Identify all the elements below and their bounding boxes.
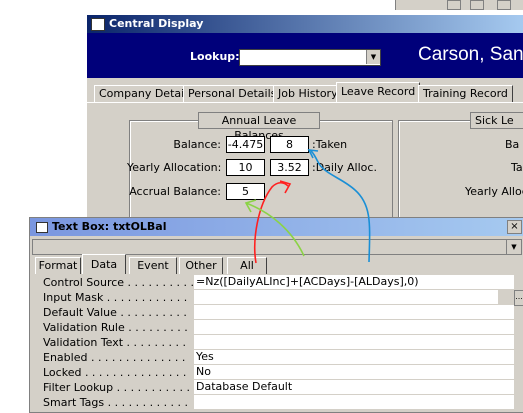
taken-label: :Taken [312,138,348,151]
property-row-filter-lookup[interactable]: Filter Lookup . . . . . . . . . . . Data… [41,380,522,395]
employee-name: Carson, Sand [418,44,523,65]
property-row-validation-text[interactable]: Validation Text . . . . . . . . . [41,335,522,350]
central-display-window: Central Display Lookup: ▼ Carson, Sand C… [86,14,523,246]
property-row-smart-tags[interactable]: Smart Tags . . . . . . . . . . . . [41,395,522,410]
smart-tags-value[interactable] [194,395,514,410]
yearly-allocation-label: Yearly Allocation: [127,161,222,174]
taken-field[interactable]: 8 [270,136,309,153]
sick-leave-group-title: Sick Le [470,112,523,129]
tab-training-record[interactable]: Training Record [418,85,513,102]
balance-field[interactable]: -4.475 [226,136,265,153]
property-name: Filter Lookup . . . . . . . . . . . [43,381,191,394]
balance-label: Balance: [173,138,221,151]
build-button[interactable]: ... [514,290,523,306]
property-sheet-window: Text Box: txtOLBal × ▼ Format Data Event… [29,217,523,413]
property-name: Default Value . . . . . . . . . . [43,306,187,319]
form-icon [91,18,105,31]
yearly-allocation-field[interactable]: 10 [226,159,265,176]
daily-alloc-label: :Daily Alloc. [312,161,377,174]
property-name: Smart Tags . . . . . . . . . . . . [43,396,189,409]
input-mask-value[interactable] [194,290,498,305]
sick-leave-group [398,120,523,222]
control-source-value[interactable]: =Nz([DailyALInc]+[ACDays]-[ALDays],0) [194,275,514,290]
enabled-value[interactable]: Yes [194,350,514,365]
validation-text-value[interactable] [194,335,514,350]
property-row-default-value[interactable]: Default Value . . . . . . . . . . [41,305,522,320]
tab-job-history[interactable]: Job History [273,85,343,102]
property-name: Input Mask . . . . . . . . . . . . [43,291,188,304]
accrual-balance-label: Accrual Balance: [129,185,221,198]
tab-event[interactable]: Event [129,257,177,274]
accrual-balance-field[interactable]: 5 [226,183,265,200]
property-name: Validation Rule . . . . . . . . . [43,321,188,334]
central-display-titlebar[interactable]: Central Display [87,15,523,33]
tab-leave-record[interactable]: Leave Record [336,82,421,102]
property-name: Locked . . . . . . . . . . . . . . . [43,366,187,379]
property-row-control-source[interactable]: Control Source . . . . . . . . . . =Nz([… [41,275,522,290]
chevron-down-icon[interactable]: ▼ [506,240,521,254]
annual-leave-group-title: Annual Leave Balances [198,112,320,142]
background-maximize-box [470,0,484,10]
background-minimize-box [447,0,461,10]
window-title: Central Display [109,17,204,30]
property-row-enabled[interactable]: Enabled . . . . . . . . . . . . . . Yes [41,350,522,365]
property-name: Control Source . . . . . . . . . . [43,276,193,289]
tab-all[interactable]: All [227,257,267,274]
property-row-input-mask[interactable]: Input Mask . . . . . . . . . . . . ... [41,290,523,306]
control-selector-dropdown[interactable]: ▼ [32,239,522,255]
lookup-combobox[interactable] [239,49,381,66]
background-close-box [497,0,511,10]
locked-value[interactable]: No [194,365,514,380]
tab-data[interactable]: Data [82,254,126,274]
tab-personal-details[interactable]: Personal Details [183,85,282,102]
property-row-validation-rule[interactable]: Validation Rule . . . . . . . . . [41,320,522,335]
sick-taken-label: Ta [511,161,523,174]
sick-yearly-label: Yearly Alloca [465,185,523,198]
filter-lookup-value[interactable]: Database Default [194,380,514,395]
property-sheet-title: Text Box: txtOLBal [52,220,167,233]
property-sheet-titlebar[interactable]: Text Box: txtOLBal [30,218,523,236]
property-row-locked[interactable]: Locked . . . . . . . . . . . . . . . No [41,365,522,380]
validation-rule-value[interactable] [194,320,514,335]
property-name: Enabled . . . . . . . . . . . . . . [43,351,186,364]
default-value-value[interactable] [194,305,514,320]
tab-format[interactable]: Format [35,257,81,274]
lookup-label: Lookup: [190,50,240,63]
tab-other[interactable]: Other [179,257,223,274]
property-name: Validation Text . . . . . . . . . [43,336,186,349]
chevron-down-icon[interactable]: ▼ [366,50,380,64]
close-icon[interactable]: × [507,220,522,234]
sick-balance-label: Ba [505,138,520,151]
daily-alloc-field[interactable]: 3.52 [270,159,309,176]
property-grid: Control Source . . . . . . . . . . =Nz([… [41,275,523,412]
properties-icon [36,222,48,233]
